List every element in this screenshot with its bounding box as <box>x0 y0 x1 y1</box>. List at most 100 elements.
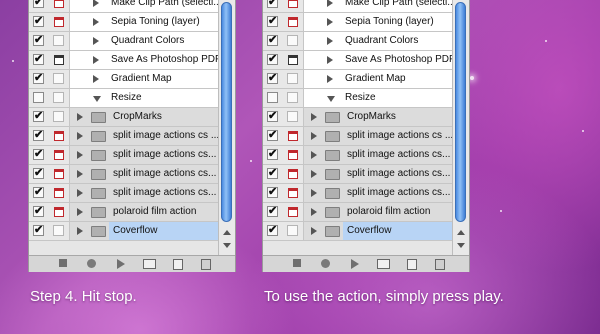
play-icon[interactable] <box>351 259 359 269</box>
toggle-checkbox[interactable]: ✔ <box>267 130 278 141</box>
scroll-thumb[interactable] <box>221 2 232 222</box>
action-set-row[interactable]: ✔ split image actions cs ... <box>29 127 218 146</box>
expand-arrow-icon[interactable] <box>311 208 317 216</box>
expand-arrow-icon[interactable] <box>327 37 333 45</box>
expand-arrow-icon[interactable] <box>93 18 99 26</box>
toggle-checkbox[interactable]: ✔ <box>33 187 44 198</box>
toggle-checkbox[interactable]: ✔ <box>33 0 44 8</box>
action-row[interactable]: ✔ Sepia Toning (layer) <box>29 13 218 32</box>
dialog-toggle-empty[interactable] <box>53 111 64 122</box>
toggle-checkbox[interactable]: ✔ <box>33 73 44 84</box>
expand-arrow-icon[interactable] <box>327 18 333 26</box>
expand-arrow-icon[interactable] <box>77 170 83 178</box>
scrollbar[interactable] <box>218 0 235 256</box>
expand-arrow-icon[interactable] <box>311 227 317 235</box>
action-set-row[interactable]: ✔ Coverflow <box>29 222 218 241</box>
action-set-row[interactable]: ✔ polaroid film action <box>29 203 218 222</box>
dialog-toggle-icon[interactable] <box>54 55 64 65</box>
toggle-checkbox[interactable]: ✔ <box>267 35 278 46</box>
toggle-checkbox[interactable]: ✔ <box>33 35 44 46</box>
toggle-checkbox[interactable]: ✔ <box>33 225 44 236</box>
action-set-row[interactable]: ✔ Coverflow <box>263 222 452 241</box>
dialog-toggle-icon[interactable] <box>54 150 64 160</box>
expand-arrow-icon[interactable] <box>311 113 317 121</box>
expand-arrow-icon[interactable] <box>93 75 99 83</box>
action-row[interactable]: ✔ Make Clip Path (selecti... <box>29 0 218 13</box>
expand-arrow-icon[interactable] <box>77 113 83 121</box>
scroll-down-icon[interactable] <box>223 243 231 248</box>
action-row[interactable]: ✔ Gradient Map <box>263 70 452 89</box>
dialog-toggle-icon[interactable] <box>54 188 64 198</box>
toggle-checkbox[interactable]: ✔ <box>33 111 44 122</box>
new-action-icon[interactable] <box>407 259 417 270</box>
expand-open-icon[interactable] <box>327 96 335 102</box>
dialog-toggle-icon[interactable] <box>288 207 298 217</box>
dialog-toggle-empty[interactable] <box>287 73 298 84</box>
scroll-down-icon[interactable] <box>457 243 465 248</box>
toggle-checkbox[interactable]: ✔ <box>267 225 278 236</box>
expand-arrow-icon[interactable] <box>93 0 99 7</box>
toggle-checkbox[interactable]: ✔ <box>267 111 278 122</box>
dialog-toggle-empty[interactable] <box>287 225 298 236</box>
expand-arrow-icon[interactable] <box>327 0 333 7</box>
action-row[interactable]: ✔ Quadrant Colors <box>263 32 452 51</box>
toggle-checkbox[interactable]: ✔ <box>33 130 44 141</box>
action-row[interactable]: ✔ Save As Photoshop PDF <box>29 51 218 70</box>
dialog-toggle-icon[interactable] <box>288 131 298 141</box>
toggle-checkbox[interactable]: ✔ <box>33 149 44 160</box>
expand-arrow-icon[interactable] <box>77 208 83 216</box>
dialog-toggle-icon[interactable] <box>288 55 298 65</box>
dialog-toggle-empty[interactable] <box>53 92 64 103</box>
toggle-checkbox[interactable]: ✔ <box>267 0 278 8</box>
action-row[interactable]: Resize <box>29 89 218 108</box>
expand-open-icon[interactable] <box>93 96 101 102</box>
scrollbar[interactable] <box>452 0 469 256</box>
toggle-checkbox[interactable]: ✔ <box>267 54 278 65</box>
toggle-checkbox[interactable] <box>267 92 278 103</box>
action-row[interactable]: ✔ Gradient Map <box>29 70 218 89</box>
toggle-checkbox[interactable]: ✔ <box>33 206 44 217</box>
toggle-checkbox[interactable]: ✔ <box>267 73 278 84</box>
action-set-row[interactable]: ✔ split image actions cs... <box>263 146 452 165</box>
action-row[interactable]: ✔ Quadrant Colors <box>29 32 218 51</box>
dialog-toggle-empty[interactable] <box>53 225 64 236</box>
toggle-checkbox[interactable]: ✔ <box>33 16 44 27</box>
action-row[interactable]: Resize <box>263 89 452 108</box>
new-action-icon[interactable] <box>173 259 183 270</box>
expand-arrow-icon[interactable] <box>327 75 333 83</box>
expand-arrow-icon[interactable] <box>311 170 317 178</box>
dialog-toggle-icon[interactable] <box>54 169 64 179</box>
expand-arrow-icon[interactable] <box>77 189 83 197</box>
dialog-toggle-empty[interactable] <box>287 111 298 122</box>
action-set-row[interactable]: ✔ CropMarks <box>263 108 452 127</box>
toggle-checkbox[interactable]: ✔ <box>267 206 278 217</box>
dialog-toggle-icon[interactable] <box>54 17 64 27</box>
action-row[interactable]: ✔ Sepia Toning (layer) <box>263 13 452 32</box>
trash-icon[interactable] <box>201 259 211 270</box>
dialog-toggle-icon[interactable] <box>288 150 298 160</box>
scroll-up-icon[interactable] <box>223 230 231 235</box>
stop-icon[interactable] <box>293 259 301 267</box>
action-set-row[interactable]: ✔ split image actions cs... <box>263 184 452 203</box>
action-set-row[interactable]: ✔ split image actions cs... <box>29 146 218 165</box>
dialog-toggle-icon[interactable] <box>288 0 298 8</box>
trash-icon[interactable] <box>435 259 445 270</box>
scroll-up-icon[interactable] <box>457 230 465 235</box>
action-set-row[interactable]: ✔ polaroid film action <box>263 203 452 222</box>
expand-arrow-icon[interactable] <box>77 227 83 235</box>
toggle-checkbox[interactable]: ✔ <box>33 168 44 179</box>
toggle-checkbox[interactable]: ✔ <box>267 187 278 198</box>
expand-arrow-icon[interactable] <box>77 132 83 140</box>
action-row[interactable]: ✔ Make Clip Path (selecti... <box>263 0 452 13</box>
record-icon[interactable] <box>321 259 330 268</box>
dialog-toggle-icon[interactable] <box>288 188 298 198</box>
play-icon[interactable] <box>117 259 125 269</box>
action-set-row[interactable]: ✔ CropMarks <box>29 108 218 127</box>
expand-arrow-icon[interactable] <box>77 151 83 159</box>
new-set-icon[interactable] <box>377 259 390 269</box>
dialog-toggle-icon[interactable] <box>54 131 64 141</box>
dialog-toggle-empty[interactable] <box>53 35 64 46</box>
expand-arrow-icon[interactable] <box>93 37 99 45</box>
stop-icon[interactable] <box>59 259 67 267</box>
expand-arrow-icon[interactable] <box>311 151 317 159</box>
